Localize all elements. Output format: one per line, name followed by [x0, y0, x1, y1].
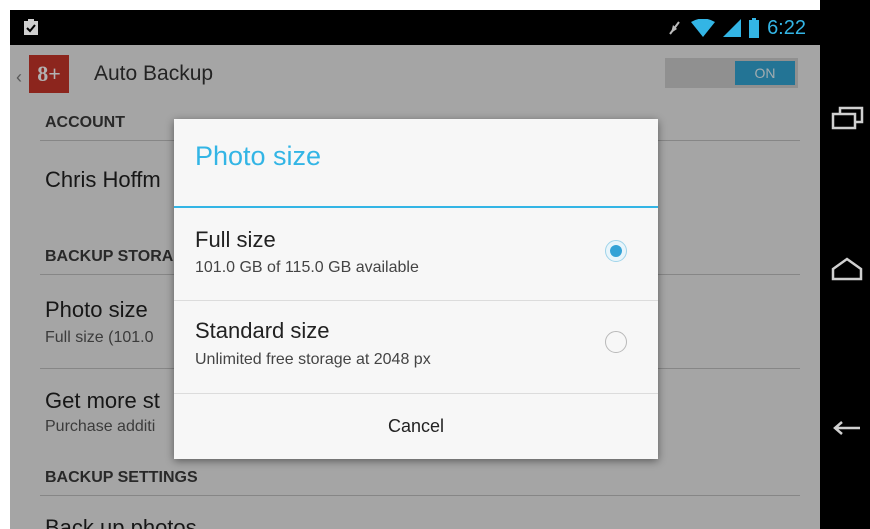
status-bar: 6:22 — [10, 10, 820, 45]
vibrate-icon — [669, 21, 680, 35]
navigation-bar — [820, 0, 870, 529]
radio-button-selected[interactable] — [605, 240, 627, 262]
cancel-button[interactable]: Cancel — [174, 393, 658, 459]
wifi-icon — [691, 19, 716, 37]
home-icon[interactable] — [830, 255, 864, 283]
photo-size-dialog: Photo size Full size 101.0 GB of 115.0 G… — [174, 119, 658, 459]
back-icon[interactable] — [830, 410, 864, 438]
option-label: Full size — [195, 227, 276, 252]
option-description: 101.0 GB of 115.0 GB available — [195, 259, 419, 276]
battery-icon — [749, 18, 760, 38]
status-icons: 6:22 — [667, 16, 806, 40]
option-description: Unlimited free storage at 2048 px — [195, 351, 431, 368]
signal-icon — [723, 19, 742, 37]
option-standard-size[interactable]: Standard size Unlimited free storage at … — [174, 301, 658, 393]
option-full-size[interactable]: Full size 101.0 GB of 115.0 GB available — [174, 208, 658, 300]
recent-apps-icon[interactable] — [830, 104, 864, 132]
dialog-title: Photo size — [195, 141, 322, 171]
option-label: Standard size — [195, 318, 330, 343]
clipboard-check-icon — [24, 19, 38, 35]
radio-button-unselected[interactable] — [605, 331, 627, 353]
clock: 6:22 — [767, 17, 806, 39]
